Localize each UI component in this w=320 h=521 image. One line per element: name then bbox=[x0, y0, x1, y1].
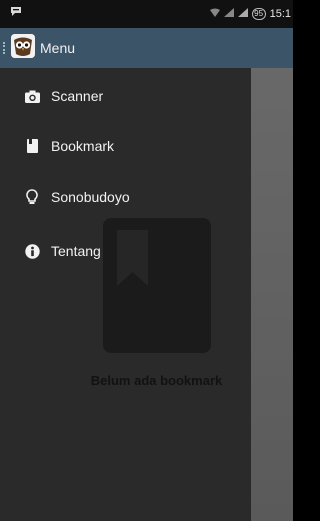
menu-item-sonobudoyo[interactable]: Sonobudoyo bbox=[0, 175, 251, 219]
status-bar: 95 15:1 bbox=[0, 0, 293, 28]
chat-notification-icon bbox=[10, 6, 22, 20]
empty-state-text: Belum ada bookmark bbox=[90, 373, 223, 388]
lightbulb-icon bbox=[24, 189, 40, 205]
book-icon bbox=[24, 138, 40, 154]
menu-item-label: Bookmark bbox=[51, 138, 115, 154]
battery-icon: 95 bbox=[251, 8, 266, 20]
menu-item-label: Scanner bbox=[51, 88, 104, 104]
owl-logo-icon[interactable] bbox=[11, 34, 35, 58]
info-icon bbox=[24, 243, 40, 259]
menu-item-scanner[interactable]: Scanner bbox=[0, 74, 251, 118]
page-title[interactable]: Menu bbox=[40, 40, 75, 56]
signal-icon bbox=[237, 8, 248, 20]
bookmark-icon bbox=[103, 218, 211, 353]
menu-item-label: Sonobudoyo bbox=[51, 189, 130, 205]
wifi-icon bbox=[209, 8, 220, 20]
menu-item-label: Tentang bbox=[51, 243, 101, 259]
menu-item-bookmark[interactable]: Bookmark bbox=[0, 124, 251, 168]
drawer-indicator-icon[interactable] bbox=[3, 42, 6, 54]
status-time: 15:1 bbox=[269, 8, 291, 20]
signal-icon bbox=[223, 8, 234, 20]
drawer-scrim[interactable] bbox=[251, 28, 293, 521]
camera-icon bbox=[24, 88, 40, 104]
status-icons: 95 15:1 bbox=[209, 8, 291, 20]
